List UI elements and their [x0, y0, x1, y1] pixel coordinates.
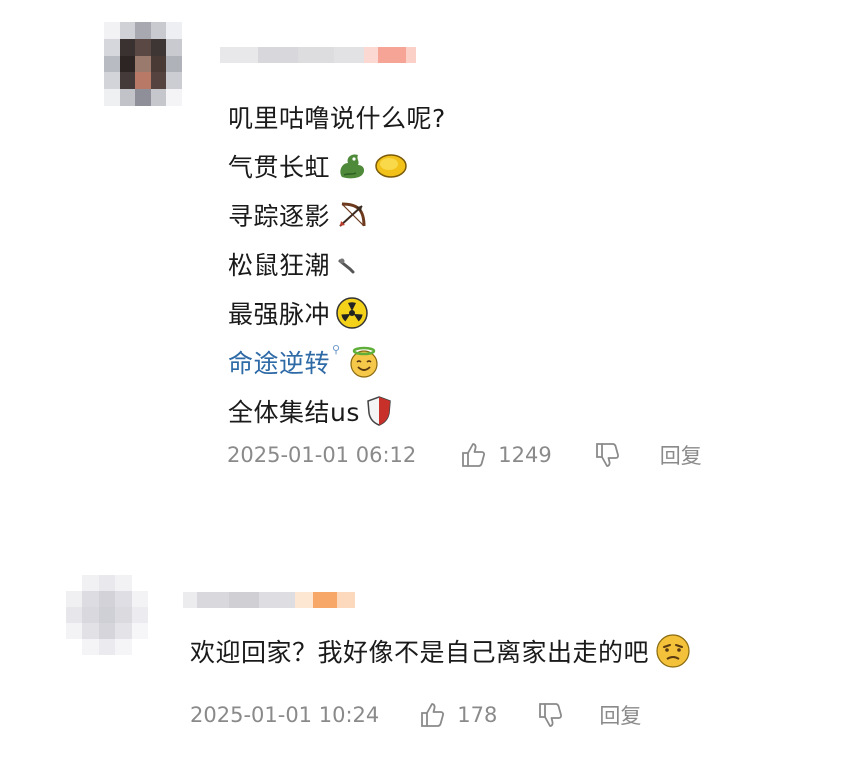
- comment-item: 欢迎回家？我好像不是自己离家出走的吧 2025-01-01 10:24 178 …: [0, 0, 866, 760]
- like-button[interactable]: 178: [419, 702, 497, 728]
- comment-text: 欢迎回家？我好像不是自己离家出走的吧: [190, 633, 691, 669]
- dislike-button[interactable]: [537, 702, 563, 728]
- avatar[interactable]: [66, 575, 148, 655]
- username-blurred[interactable]: [183, 587, 355, 613]
- comment-meta: 2025-01-01 10:24 178 回复: [190, 700, 641, 730]
- thumbs-down-icon: [539, 703, 563, 727]
- like-count: 178: [457, 703, 498, 727]
- reply-button[interactable]: 回复: [599, 700, 641, 730]
- timestamp: 2025-01-01 10:24: [190, 703, 380, 727]
- thinking-face-icon: [655, 633, 691, 669]
- thumbs-up-icon: [421, 703, 445, 727]
